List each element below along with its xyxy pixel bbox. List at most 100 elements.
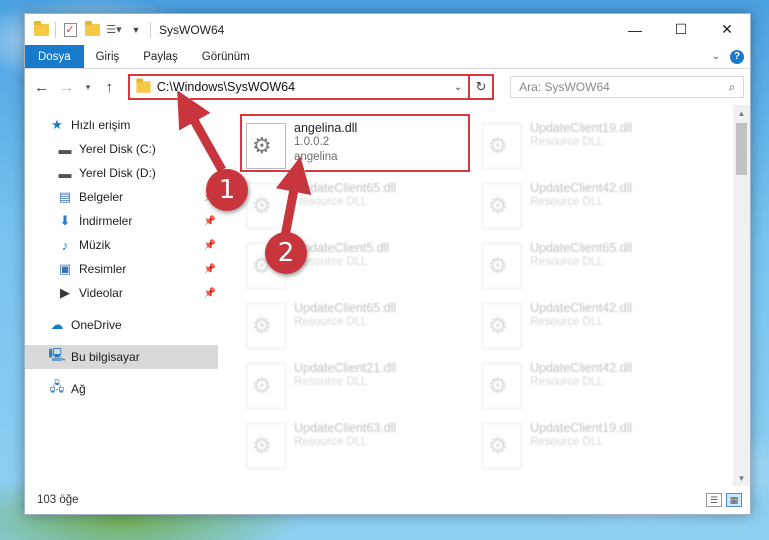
- scroll-thumb[interactable]: [736, 123, 747, 175]
- explorer-body: ★ Hızlı erişim ▬ Yerel Disk (C:) ▬ Yerel Di…: [25, 105, 750, 486]
- expand-ribbon-icon[interactable]: ⌄: [712, 51, 720, 62]
- address-bar[interactable]: C:\Windows\SysWOW64 ⌄ ↻: [127, 74, 495, 100]
- chevron-down-icon[interactable]: ⌄: [448, 82, 468, 93]
- file-name: UpdateClient65.dll: [294, 181, 397, 195]
- nav-item[interactable]: ⬇ İndirmeler 📌: [25, 209, 218, 233]
- nav-quick-access[interactable]: ★ Hızlı erişim: [25, 113, 218, 137]
- dll-file-icon: ⚙: [246, 183, 286, 229]
- file-item[interactable]: ⚙ UpdateClient65.dll Resource DLL: [240, 299, 468, 357]
- cloud-icon: ☁: [50, 317, 64, 332]
- address-row: ← → ▾ ↑ C:\Windows\SysWOW64 ⌄ ↻ Ara: Sys…: [25, 69, 750, 105]
- customize-icon[interactable]: ☰▾: [106, 22, 122, 38]
- step-badge-2: 2: [265, 232, 307, 274]
- search-input[interactable]: Ara: SysWOW64 ⌕: [510, 76, 744, 98]
- dll-file-icon: ⚙: [482, 363, 522, 409]
- file-name: UpdateClient42.dll: [530, 181, 633, 195]
- up-button[interactable]: ↑: [99, 76, 120, 98]
- dll-file-icon: ⚙: [246, 363, 286, 409]
- navigation-pane: ★ Hızlı erişim ▬ Yerel Disk (C:) ▬ Yerel Di…: [25, 105, 218, 486]
- nav-item[interactable]: ▶ Videolar 📌: [25, 281, 218, 305]
- pin-icon[interactable]: 📌: [204, 264, 216, 275]
- properties-icon[interactable]: ✓: [62, 22, 78, 38]
- recent-locations-button[interactable]: ▾: [81, 76, 94, 98]
- window-title: SysWOW64: [159, 22, 225, 37]
- ribbon-tabs: Dosya Giriş Paylaş Görünüm ⌄ ?: [25, 45, 750, 69]
- file-type: Resource DLL: [294, 376, 368, 388]
- dll-file-icon: ⚙: [482, 243, 522, 289]
- file-item[interactable]: ⚙ UpdateClient65.dll Resource DLL: [476, 239, 704, 297]
- videos-icon: ▶: [60, 285, 70, 300]
- dll-file-icon: ⚙: [482, 423, 522, 469]
- nav-item[interactable]: ♪ Müzik 📌: [25, 233, 218, 257]
- vertical-scrollbar[interactable]: ▲ ▼: [733, 105, 750, 486]
- file-item[interactable]: ⚙ UpdateClient42.dll Resource DLL: [476, 299, 704, 357]
- explorer-window: ✓ ☰▾ ▼ SysWOW64 — ☐ ✕ Dosya Giriş Paylaş…: [24, 13, 751, 515]
- file-item[interactable]: ⚙ UpdateClient65.dll Resource DLL: [240, 179, 468, 237]
- nav-label: İndirmeler: [79, 214, 133, 228]
- pin-icon[interactable]: 📌: [204, 288, 216, 299]
- nav-item[interactable]: ▣ Resimler 📌: [25, 257, 218, 281]
- nav-this-pc[interactable]: 🖳 Bu bilgisayar: [25, 345, 218, 369]
- pin-icon[interactable]: 📌: [204, 216, 216, 227]
- address-path[interactable]: C:\Windows\SysWOW64: [157, 80, 448, 94]
- tab-home[interactable]: Giriş: [84, 45, 132, 68]
- details-view-icon[interactable]: ☰: [706, 493, 722, 507]
- file-type: Resource DLL: [530, 316, 604, 328]
- nav-label: Videolar: [79, 286, 123, 300]
- file-name: UpdateClient42.dll: [530, 361, 633, 375]
- status-bar: 103 öğe ☰ ▦: [25, 486, 750, 514]
- forward-button[interactable]: →: [56, 76, 77, 98]
- file-item[interactable]: ⚙ UpdateClient42.dll Resource DLL: [476, 179, 704, 237]
- refresh-button[interactable]: ↻: [470, 74, 495, 100]
- scroll-up-icon[interactable]: ▲: [733, 105, 750, 121]
- minimize-button[interactable]: —: [612, 14, 658, 45]
- nav-label: Ağ: [71, 382, 86, 396]
- search-placeholder[interactable]: Ara: SysWOW64: [519, 80, 721, 94]
- nav-item[interactable]: ▬ Yerel Disk (D:): [25, 161, 218, 185]
- documents-icon: ▤: [58, 189, 72, 204]
- dll-file-icon: ⚙: [482, 183, 522, 229]
- nav-network[interactable]: 🖧 Ağ: [25, 377, 218, 401]
- file-type: Resource DLL: [294, 256, 368, 268]
- nav-item[interactable]: ▬ Yerel Disk (C:): [25, 137, 218, 161]
- file-type: Resource DLL: [530, 376, 604, 388]
- maximize-button[interactable]: ☐: [658, 14, 704, 45]
- dll-file-icon: ⚙: [246, 303, 286, 349]
- drive-icon: ▬: [58, 141, 72, 157]
- new-folder-icon[interactable]: [84, 20, 100, 38]
- back-button[interactable]: ←: [31, 76, 52, 98]
- item-count: 103 öğe: [37, 494, 79, 506]
- file-type: Resource DLL: [294, 436, 368, 448]
- file-name: UpdateClient21.dll: [294, 361, 397, 375]
- title-bar: ✓ ☰▾ ▼ SysWOW64 — ☐ ✕: [25, 14, 750, 45]
- file-item[interactable]: ⚙ UpdateClient19.dll Resource DLL: [476, 119, 704, 177]
- file-name: UpdateClient63.dll: [294, 421, 397, 435]
- file-type: Resource DLL: [530, 136, 604, 148]
- tab-view[interactable]: Görünüm: [190, 45, 262, 68]
- file-item[interactable]: ⚙ UpdateClient42.dll Resource DLL: [476, 359, 704, 417]
- search-icon[interactable]: ⌕: [721, 80, 743, 95]
- nav-onedrive[interactable]: ☁ OneDrive: [25, 313, 218, 337]
- step-badge-1: 1: [206, 169, 248, 211]
- close-button[interactable]: ✕: [704, 14, 750, 45]
- help-icon[interactable]: ?: [730, 49, 744, 64]
- file-name: UpdateClient65.dll: [294, 301, 397, 315]
- tab-file[interactable]: Dosya: [25, 45, 84, 68]
- folder-icon: [33, 20, 49, 38]
- tab-share[interactable]: Paylaş: [131, 45, 190, 68]
- tiles-view-icon[interactable]: ▦: [726, 493, 742, 507]
- nav-item[interactable]: ▤Belgeler📌: [25, 185, 218, 209]
- nav-label: Bu bilgisayar: [71, 350, 140, 364]
- downloads-icon: ⬇: [59, 213, 71, 228]
- chevron-down-icon[interactable]: ▼: [128, 22, 144, 38]
- file-item[interactable]: ⚙ UpdateClient19.dll Resource DLL: [476, 419, 704, 477]
- highlight-box: [240, 114, 470, 172]
- folder-icon: [136, 78, 151, 93]
- scroll-down-icon[interactable]: ▼: [733, 470, 750, 486]
- file-item[interactable]: ⚙ UpdateClient21.dll Resource DLL: [240, 359, 468, 417]
- pin-icon[interactable]: 📌: [204, 240, 216, 251]
- file-item[interactable]: ⚙ UpdateClient63.dll Resource DLL: [240, 419, 468, 477]
- file-type: Resource DLL: [530, 196, 604, 208]
- pictures-icon: ▣: [58, 261, 72, 276]
- file-name: UpdateClient5.dll: [294, 241, 390, 255]
